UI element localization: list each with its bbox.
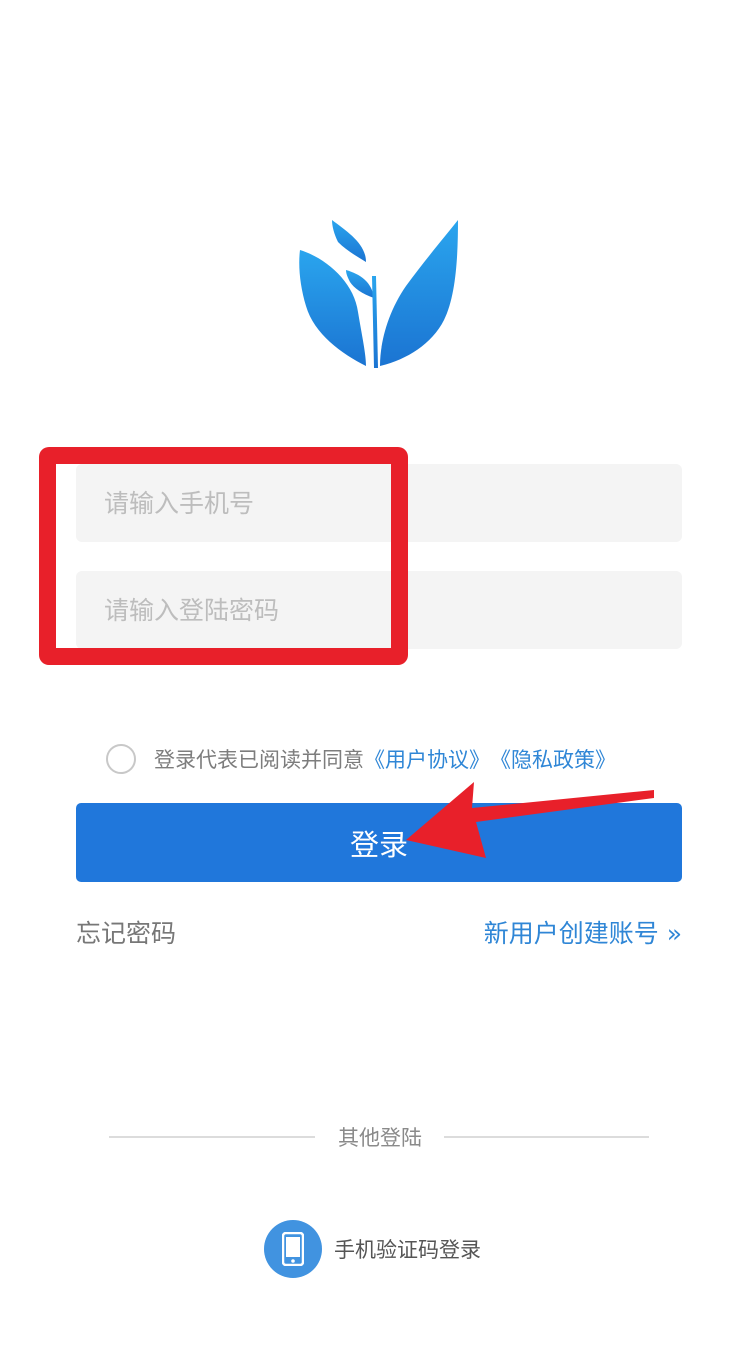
agree-checkbox[interactable] bbox=[106, 744, 136, 774]
sprout-leaf-logo-icon bbox=[299, 220, 458, 368]
agreement-row: 登录代表已阅读并同意 《用户协议》 《隐私政策》 bbox=[106, 739, 616, 779]
phone-field[interactable] bbox=[76, 464, 682, 542]
agreement-text: 登录代表已阅读并同意 bbox=[154, 748, 364, 772]
sms-login-button[interactable]: 手机验证码登录 bbox=[264, 1220, 481, 1278]
divider-line-left bbox=[109, 1136, 315, 1138]
forgot-password-link[interactable]: 忘记密码 bbox=[76, 914, 176, 950]
user-agreement-link[interactable]: 《用户协议》 bbox=[364, 744, 490, 774]
other-login-label: 其他登陆 bbox=[338, 1126, 422, 1150]
phone-icon bbox=[264, 1220, 322, 1278]
create-account-link[interactable]: 新用户创建账号 » bbox=[484, 914, 682, 950]
privacy-policy-link[interactable]: 《隐私政策》 bbox=[490, 744, 616, 774]
password-input[interactable] bbox=[76, 571, 682, 649]
phone-input[interactable] bbox=[76, 464, 682, 542]
sms-login-label: 手机验证码登录 bbox=[334, 1238, 481, 1262]
password-field[interactable] bbox=[76, 571, 682, 649]
login-button[interactable]: 登录 bbox=[76, 803, 682, 882]
divider-line-right bbox=[444, 1136, 649, 1138]
